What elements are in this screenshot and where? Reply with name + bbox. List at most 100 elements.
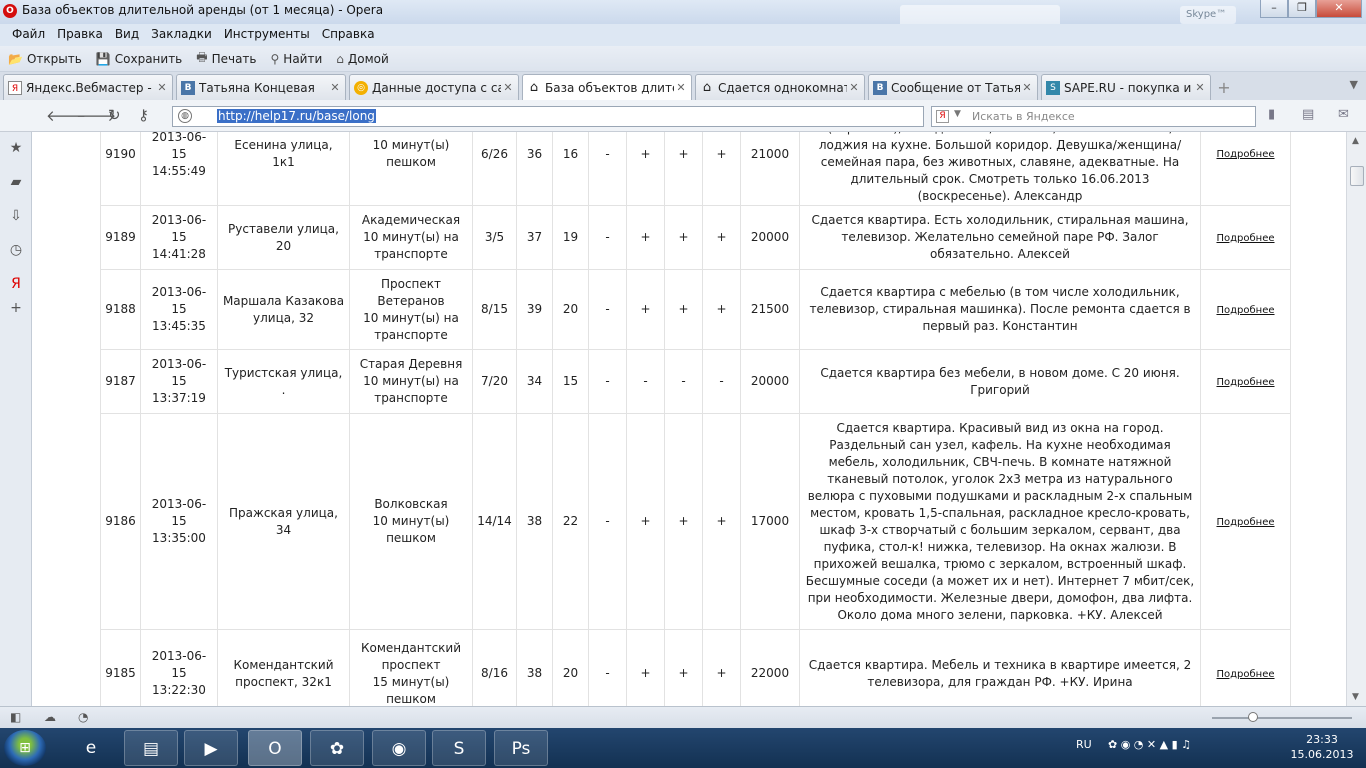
listing-address: Комендантский проспект, 32к1 [217,629,350,706]
cloud-icon[interactable]: ☁ [44,710,56,724]
zoom-knob[interactable] [1248,712,1258,722]
scroll-down-icon[interactable]: ▼ [1352,692,1359,702]
tab-close-icon[interactable]: ✕ [155,81,169,94]
browser-tab[interactable]: Я Яндекс.Вебмастер - М...✕ [3,74,173,100]
menu-item[interactable]: Справка [316,24,381,46]
tray-icons[interactable]: ✿ ◉ ◔ ✕ ▲ ▮ ♫ [1108,738,1191,751]
minimize-button[interactable]: – [1260,0,1288,18]
listing-description: Сдается квартира без мебели, в новом дом… [799,349,1201,414]
toolbar-folder-button[interactable]: 📂 Открыть [8,52,82,66]
toolbar-save-button[interactable]: 💾 Сохранить [96,52,182,66]
metro-line: Академическая [361,213,461,227]
scroll-up-icon[interactable]: ▲ [1352,136,1359,146]
chevron-down-icon[interactable]: ▼ [954,109,961,119]
skype-status[interactable]: Skype™ [1180,6,1236,24]
menu-item[interactable]: Закладки [145,24,218,46]
listing-date: 2013-06-15 [151,357,207,388]
table-row: 9186 2013-06-15 13:35:00 Пражская улица, 34… [100,413,1291,630]
download-icon[interactable]: ⇩ [8,208,24,224]
icq-icon[interactable]: ✿ [310,730,364,766]
photoshop-icon[interactable]: Ps [494,730,548,766]
listing-feature: - [588,413,627,630]
listing-price: 20000 [740,205,800,270]
listing-area: 39 [516,269,553,350]
browser-tab[interactable]: B Татьяна Концевая ✕ [176,74,346,100]
stats-icon[interactable]: ▮ [1268,107,1275,122]
more-link[interactable]: Подробнее [1216,377,1274,388]
start-button[interactable]: ⊞ [4,730,46,766]
opera-taskbar-icon[interactable]: O [248,730,302,766]
listing-address: Туристская улица, . [217,349,350,414]
listing-id: 9190 [100,132,141,206]
more-link[interactable]: Подробнее [1216,233,1274,244]
sape-icon: S [1046,80,1060,95]
listing-living-area: 15 [552,349,589,414]
chrome-icon[interactable]: ◉ [372,730,426,766]
listing-feature: - [588,269,627,350]
url-field[interactable]: ◍ http://help17.ru/base/long [172,106,924,127]
listing-feature: + [702,413,741,630]
yandex-panel-icon[interactable]: Я [8,276,24,292]
maximize-button[interactable]: ❐ [1288,0,1316,18]
scroll-thumb[interactable] [1350,166,1364,186]
listing-floor: 6/26 [472,132,517,206]
speed-icon[interactable]: ◔ [78,710,88,724]
menu-item[interactable]: Файл [6,24,51,46]
listing-metro: Комендантский проспект 15 минут(ы) пешком [349,629,473,706]
explorer-icon[interactable]: ▤ [124,730,178,766]
language-indicator[interactable]: RU [1076,738,1092,751]
listing-datetime: 2013-06-15 13:45:35 [140,269,218,350]
listing-price: 21500 [740,269,800,350]
more-link[interactable]: Подробнее [1216,149,1274,160]
notes-icon[interactable]: ▰ [8,174,24,190]
clock[interactable]: 23:33 15.06.2013 [1284,732,1360,762]
reload-icon[interactable]: ↻ [108,106,121,124]
ie-icon[interactable]: e [64,730,118,766]
search-field[interactable]: Я ▼ Искать в Яндексе [931,106,1256,127]
more-link[interactable]: Подробнее [1216,305,1274,316]
browser-tab[interactable]: S SAPE.RU - покупка и п...✕ [1041,74,1211,100]
listing-description: Сдается квартира. Красивый вид из окна н… [799,413,1201,630]
browser-tab[interactable]: ◎ Данные доступа с сай...✕ [349,74,519,100]
tab-close-icon[interactable]: ✕ [328,81,342,94]
tab-close-icon[interactable]: ✕ [1193,81,1207,94]
add-panel-icon[interactable]: + [8,300,24,316]
zoom-slider[interactable] [1212,712,1352,722]
menu-item[interactable]: Вид [109,24,145,46]
browser-tab[interactable]: B Сообщение от Татьян...✕ [868,74,1038,100]
page-icon[interactable]: ▤ [1302,107,1314,122]
tab-close-icon[interactable]: ✕ [674,81,688,94]
tab-label: Яндекс.Вебмастер - М... [26,80,155,95]
menu-item[interactable]: Правка [51,24,109,46]
listing-date: 2013-06-15 [151,497,207,528]
listing-id: 9189 [100,205,141,270]
toolbar-search-button[interactable]: ⚲ Найти [271,52,323,66]
tab-close-icon[interactable]: ✕ [1020,81,1034,94]
close-button[interactable]: ✕ [1316,0,1362,18]
mail-icon[interactable]: ✉ [1338,107,1349,122]
new-tab-icon[interactable]: + [1214,78,1234,100]
more-link[interactable]: Подробнее [1216,517,1274,528]
globe-icon: ◎ [354,80,368,95]
toolbar-home-button[interactable]: ⌂ Домой [336,52,389,66]
browser-tab[interactable]: ⌂ Сдается однокомнатн...✕ [695,74,865,100]
more-link[interactable]: Подробнее [1216,669,1274,680]
listing-datetime: 2013-06-15 14:55:49 [140,132,218,206]
vertical-scrollbar[interactable]: ▲ ▼ [1346,132,1366,706]
toolbar-print-button[interactable]: 🖶 Печать [196,48,256,69]
star-icon[interactable]: ★ [8,140,24,156]
tab-list-icon[interactable]: ▼ [1350,78,1358,91]
listing-floor: 8/15 [472,269,517,350]
key-icon[interactable]: ⚷ [138,106,149,124]
browser-tab[interactable]: ⌂ База объектов длител...✕ [522,74,692,100]
panel-toggle-icon[interactable]: ◧ [10,710,21,724]
tab-close-icon[interactable]: ✕ [501,81,515,94]
skype-icon[interactable]: S [432,730,486,766]
media-player-icon[interactable]: ▶ [184,730,238,766]
listing-living-area: 20 [552,629,589,706]
tab-label: База объектов длител... [545,80,674,95]
history-icon[interactable]: ◷ [8,242,24,258]
url-text[interactable]: http://help17.ru/base/long [217,109,376,123]
menu-item[interactable]: Инструменты [218,24,316,46]
tab-close-icon[interactable]: ✕ [847,81,861,94]
